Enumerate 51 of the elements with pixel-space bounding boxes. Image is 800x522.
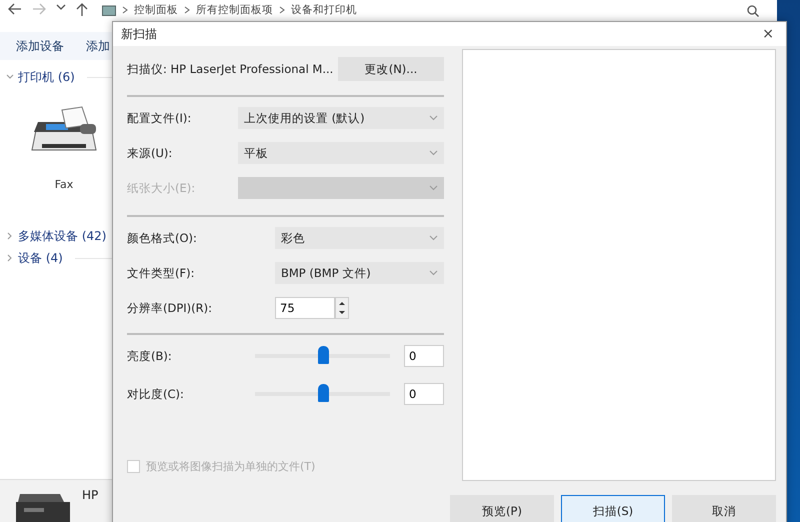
- field-label: 配置文件(I):: [127, 110, 192, 126]
- dropdown[interactable]: BMP (BMP 文件): [275, 262, 444, 284]
- checkbox-label: 预览或将图像扫描为单独的文件(T): [146, 459, 316, 474]
- breadcrumb-item[interactable]: 所有控制面板项: [196, 3, 273, 17]
- breadcrumb-item[interactable]: 控制面板: [134, 3, 178, 17]
- dropdown[interactable]: 平板: [238, 142, 444, 164]
- chevron-right-icon: [184, 6, 190, 14]
- chevron-down-icon: [429, 115, 438, 121]
- field-label: 纸张大小(E):: [127, 180, 196, 196]
- chevron-right-icon: [122, 6, 128, 14]
- slider-thumb[interactable]: [318, 384, 328, 402]
- field-label: 分辨率(DPI)(R):: [127, 300, 213, 316]
- address-bar[interactable]: 控制面板 所有控制面板项 设备和打印机: [98, 3, 589, 17]
- dialog-button[interactable]: 取消: [672, 495, 776, 522]
- chevron-down-icon: [429, 270, 438, 276]
- scanner-label: 扫描仪: HP LaserJet Professional M...: [127, 62, 334, 76]
- slider-thumb[interactable]: [318, 346, 328, 364]
- chevron-down-icon: [56, 3, 66, 11]
- device-name: HP: [82, 488, 98, 502]
- dropdown[interactable]: 上次使用的设置 (默认): [238, 107, 444, 129]
- dropdown[interactable]: 彩色: [275, 227, 444, 249]
- search-icon: [747, 5, 759, 17]
- back-arrow-icon: [8, 3, 22, 15]
- number-field[interactable]: 75: [275, 297, 335, 319]
- group-header[interactable]: 打印机 (6): [18, 68, 75, 86]
- group-header[interactable]: 设备 (4): [18, 250, 63, 266]
- window-title: 新扫描: [121, 26, 157, 42]
- chevron-down-icon: [429, 185, 438, 191]
- field-label: 文件类型(F):: [127, 266, 196, 280]
- dialog-button[interactable]: 扫描(S): [561, 495, 665, 522]
- spin-arrows-icon: [335, 297, 349, 319]
- toolbar-button[interactable]: 添加设备: [16, 38, 64, 54]
- chevron-down-icon: [429, 235, 438, 241]
- group-header[interactable]: 多媒体设备 (42): [18, 228, 106, 244]
- up-arrow-icon: [76, 3, 88, 17]
- toolbar-button[interactable]: 添加: [86, 38, 110, 54]
- value-field[interactable]: 0: [404, 383, 444, 405]
- change-button[interactable]: 更改(N)...: [338, 57, 444, 81]
- chevron-down-icon: [429, 150, 438, 156]
- close-button[interactable]: ×: [758, 26, 778, 42]
- forward-arrow-icon: [32, 3, 46, 15]
- field-label: 亮度(B):: [127, 348, 173, 364]
- field-label: 颜色格式(O):: [127, 230, 198, 246]
- dialog-button[interactable]: 预览(P): [450, 495, 554, 522]
- breadcrumb-item[interactable]: 设备和打印机: [291, 3, 357, 17]
- field-label: 来源(U):: [127, 146, 174, 160]
- value-field[interactable]: 0: [404, 345, 444, 367]
- printer-icon: [14, 492, 72, 522]
- device-label[interactable]: Fax: [54, 178, 74, 191]
- field-label: 对比度(C):: [127, 386, 185, 402]
- chevron-right-icon: [279, 6, 285, 14]
